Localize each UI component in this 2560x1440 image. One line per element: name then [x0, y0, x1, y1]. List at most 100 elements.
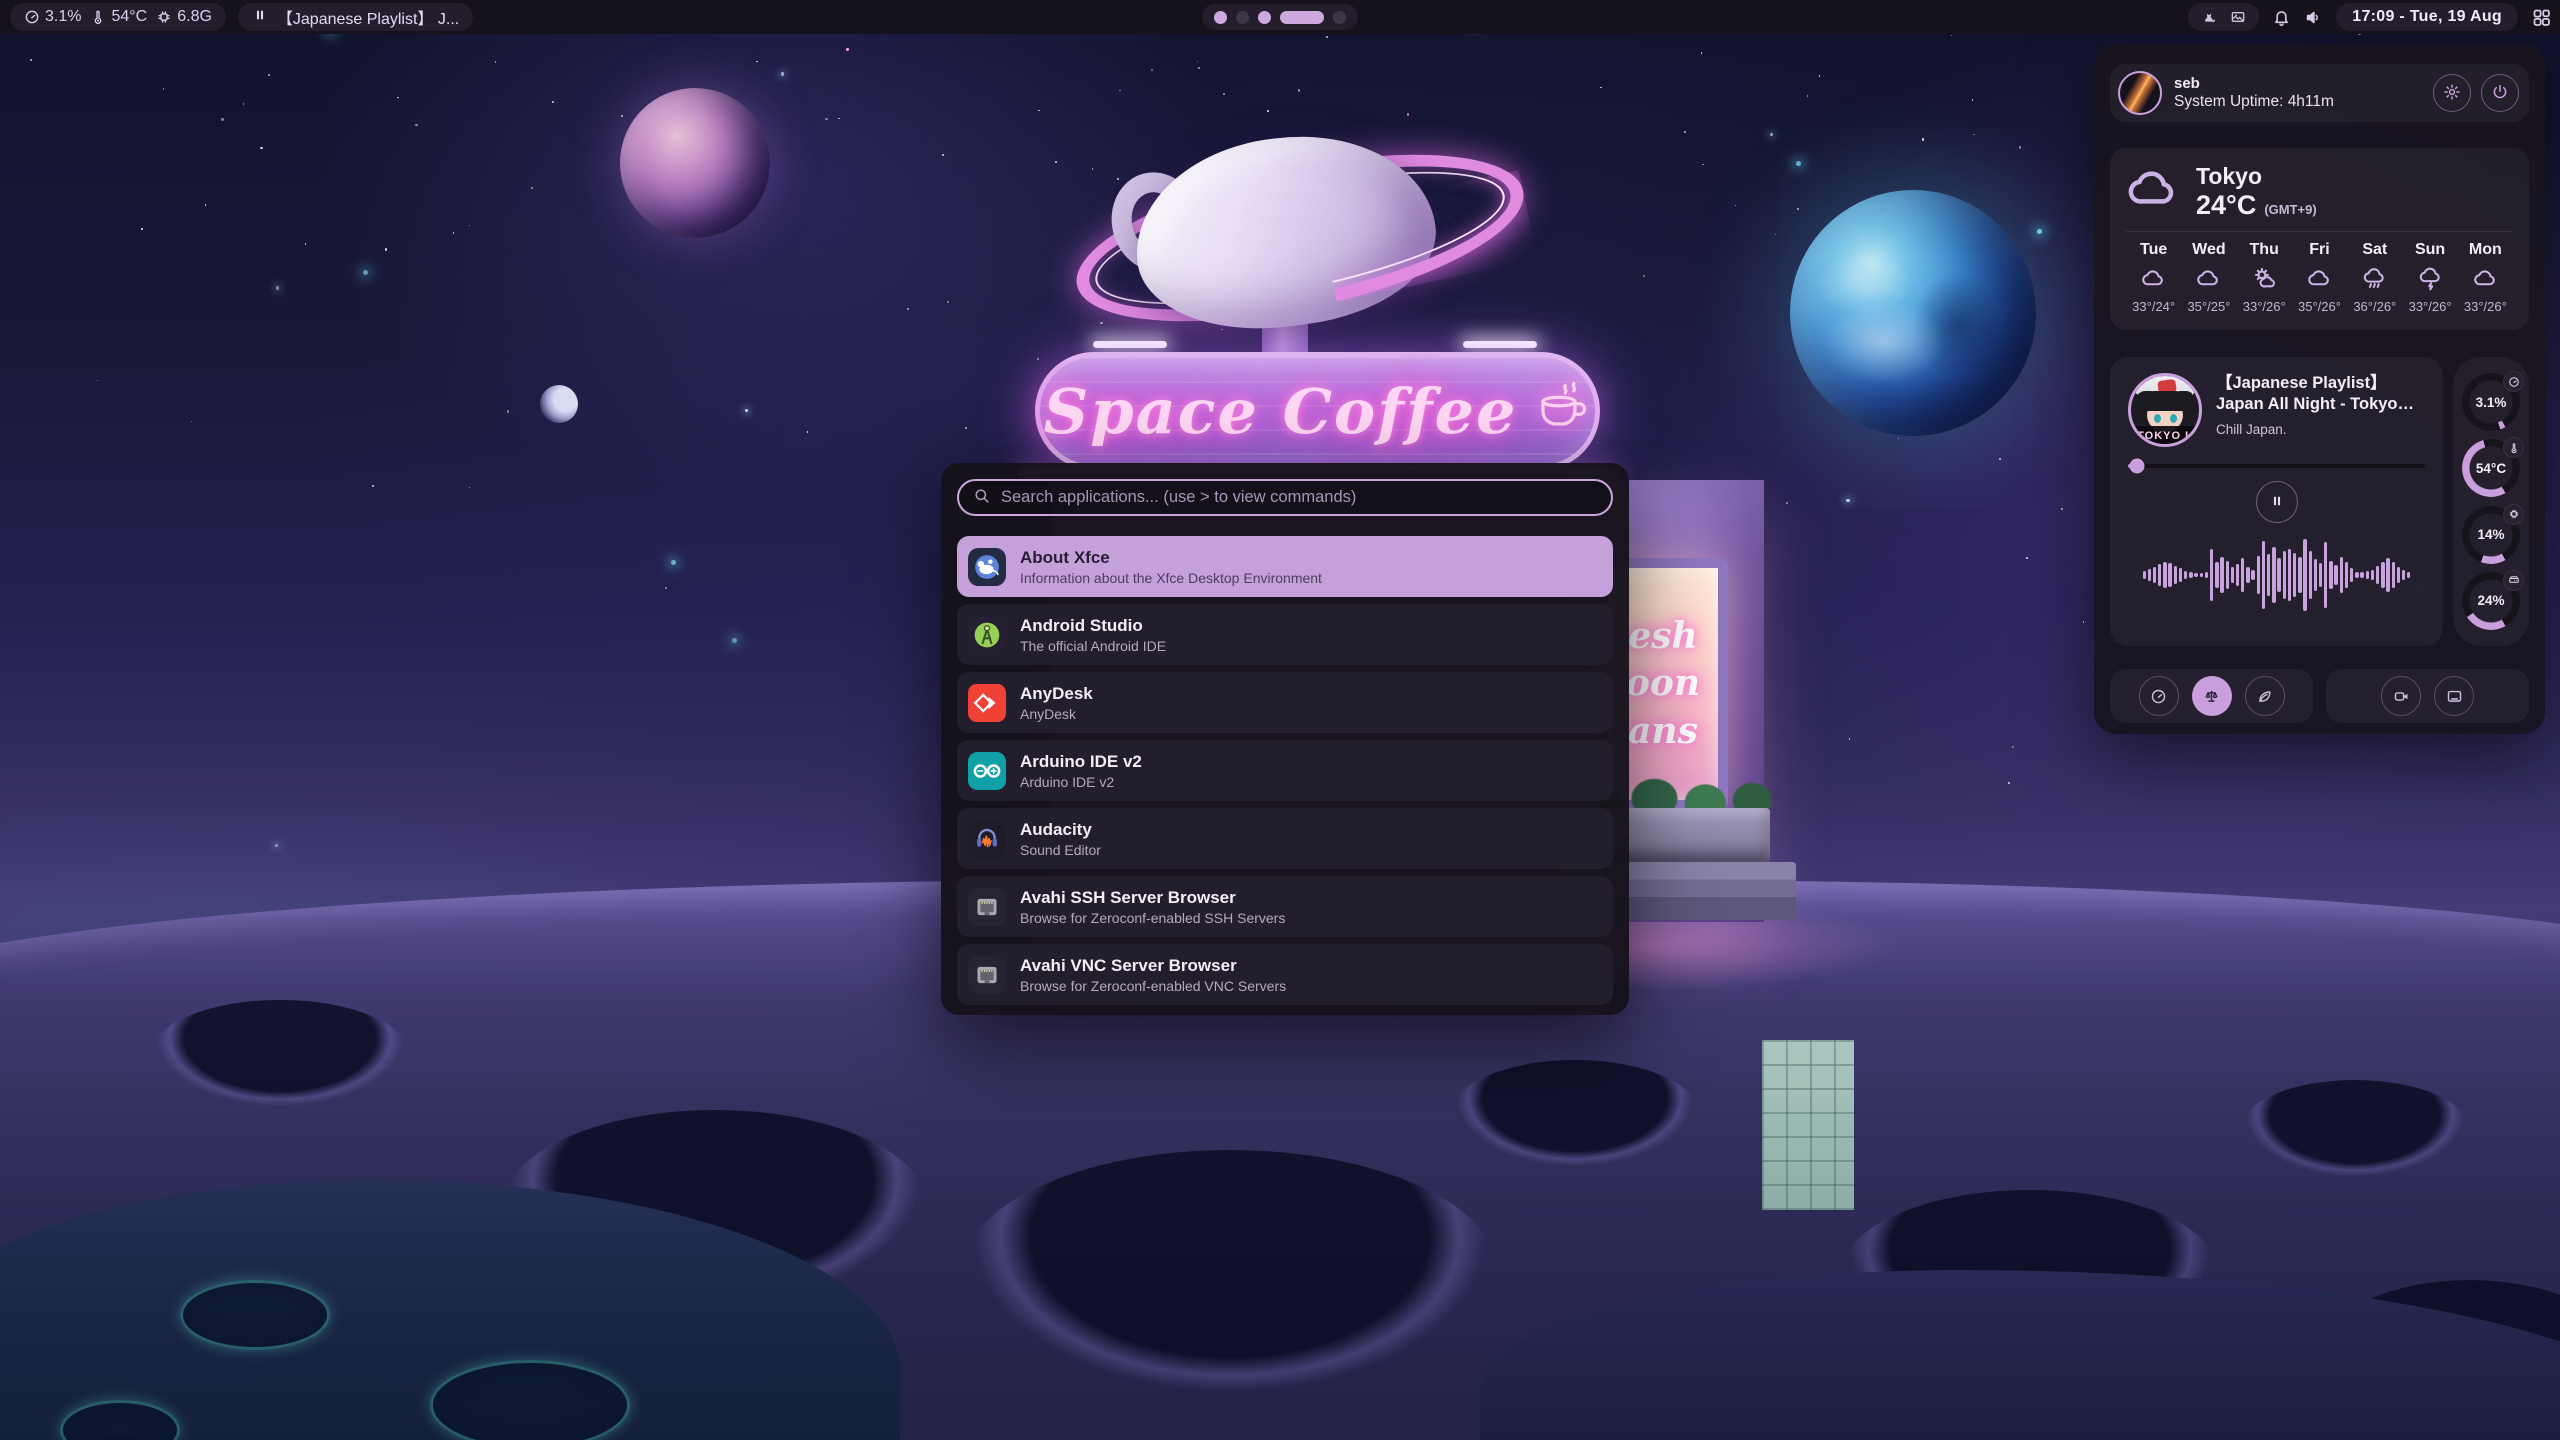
workspace-dot[interactable]: [1258, 11, 1271, 24]
speedometer-icon: [2503, 371, 2524, 392]
bell-icon[interactable]: [2272, 8, 2291, 27]
power-button[interactable]: [2481, 74, 2519, 112]
power-profile-button[interactable]: [2245, 676, 2285, 716]
search-box[interactable]: [957, 479, 1613, 516]
chip-icon: [156, 9, 172, 25]
forecast-temps: 33°/26°: [2458, 299, 2513, 314]
app-description: Sound Editor: [1020, 842, 1101, 858]
image-icon[interactable]: [2230, 9, 2246, 25]
neon-sign: Space Coffee: [1035, 352, 1600, 470]
visualizer-bar: [2324, 542, 2327, 608]
visualizer-bar: [2334, 565, 2337, 585]
workspace-dot[interactable]: [1236, 11, 1249, 24]
system-gauge: 24%: [2462, 572, 2520, 630]
system-gauge: 54°C: [2462, 439, 2520, 497]
visualizer-bar: [2210, 549, 2213, 601]
visualizer-bar: [2360, 572, 2363, 577]
search-input[interactable]: [1001, 488, 1597, 507]
visualizer-bar: [2168, 563, 2171, 587]
album-art: TOKYO L: [2128, 373, 2202, 447]
thermometer-icon: [2503, 437, 2524, 458]
visualizer-bar: [2189, 572, 2192, 578]
visualizer-bar: [2309, 551, 2312, 598]
workspace-indicator[interactable]: [1202, 4, 1358, 30]
visualizer-bar: [2298, 557, 2301, 594]
now-playing-pill[interactable]: 【Japanese Playlist】 J...: [238, 3, 473, 31]
visualizer-bar: [2376, 566, 2379, 584]
neon-cup-icon: [1528, 381, 1592, 442]
visualizer-bar: [2158, 564, 2161, 586]
visualizer-bar: [2194, 573, 2197, 577]
visualizer-bar: [2371, 570, 2374, 581]
workspace-dot[interactable]: [1214, 11, 1227, 24]
track-title: 【Japanese Playlist】 Japan All Night - To…: [2216, 373, 2425, 416]
app-list: About XfceInformation about the Xfce Des…: [957, 536, 1613, 1005]
app-title: Android Studio: [1020, 615, 1166, 636]
forecast-day: Sat36°/26°: [2347, 241, 2402, 314]
app-row[interactable]: Avahi VNC Server BrowserBrowse for Zeroc…: [957, 944, 1613, 1005]
speedometer-icon: [2150, 688, 2167, 705]
volume-icon[interactable]: [2304, 8, 2323, 27]
control-panel: seb System Uptime: 4h11m Tokyo 24°C (GMT…: [2094, 44, 2545, 734]
visualizer-bar: [2205, 572, 2208, 579]
cat-icon[interactable]: [2201, 9, 2217, 25]
workspace-dot[interactable]: [1280, 11, 1324, 24]
dashboard-grid-icon[interactable]: [2531, 7, 2552, 28]
tray-pill[interactable]: [2188, 3, 2259, 31]
forecast-day-label: Tue: [2126, 241, 2181, 259]
visualizer-bar: [2143, 571, 2146, 579]
visualizer-bar: [2153, 567, 2156, 584]
visualizer-bar: [2231, 567, 2234, 582]
visualizer-bar: [2246, 567, 2249, 584]
clock[interactable]: 17:09 - Tue, 19 Aug: [2336, 3, 2518, 31]
visualizer-bar: [2148, 569, 2151, 581]
workspace-dot[interactable]: [1333, 11, 1346, 24]
anydesk-icon: [968, 684, 1006, 722]
arduino-icon: [968, 752, 1006, 790]
system-stats-pill[interactable]: 3.1%54°C6.8G: [10, 3, 226, 31]
progress-bar[interactable]: [2128, 464, 2425, 468]
app-row[interactable]: About XfceInformation about the Xfce Des…: [957, 536, 1613, 597]
power-profile-button[interactable]: [2192, 676, 2232, 716]
network-icon: [968, 888, 1006, 926]
desktop: esh oon ans Space Coffee: [0, 0, 2560, 1440]
visualizer-bar: [2402, 570, 2405, 580]
app-description: AnyDesk: [1020, 706, 1093, 722]
pause-button[interactable]: [2256, 481, 2298, 523]
visualizer-bar: [2386, 558, 2389, 592]
visualizer-bar: [2293, 553, 2296, 597]
visualizer-bar: [2226, 561, 2229, 590]
app-row[interactable]: AudacitySound Editor: [957, 808, 1613, 869]
cloud-icon: [2126, 266, 2181, 292]
glowing-crater: [180, 1280, 330, 1350]
forecast-row: Tue33°/24°Wed35°/25°Thu33°/26°Fri35°/26°…: [2126, 241, 2513, 314]
now-playing-label: 【Japanese Playlist】 J...: [277, 5, 459, 29]
app-row[interactable]: AnyDeskAnyDesk: [957, 672, 1613, 733]
app-title: Avahi SSH Server Browser: [1020, 887, 1285, 908]
forecast-temps: 33°/24°: [2126, 299, 2181, 314]
capture-button[interactable]: [2381, 676, 2421, 716]
app-row[interactable]: Arduino IDE v2Arduino IDE v2: [957, 740, 1613, 801]
cloud-icon: [2181, 266, 2236, 292]
glowing-crater: [430, 1360, 630, 1440]
audacity-icon: [968, 820, 1006, 858]
forecast-day-label: Thu: [2237, 241, 2292, 259]
forecast-day-label: Fri: [2292, 241, 2347, 259]
app-row[interactable]: Avahi SSH Server BrowserBrowse for Zeroc…: [957, 876, 1613, 937]
settings-button[interactable]: [2433, 74, 2471, 112]
forecast-temps: 35°/26°: [2292, 299, 2347, 314]
forecast-day-label: Sun: [2402, 241, 2457, 259]
stat-item: 6.8G: [156, 8, 212, 26]
power-profile-button[interactable]: [2139, 676, 2179, 716]
user-card: seb System Uptime: 4h11m: [2110, 64, 2529, 122]
speedometer-icon: [24, 9, 40, 25]
capture-button[interactable]: [2434, 676, 2474, 716]
taskbar: 3.1%54°C6.8G 【Japanese Playlist】 J... 17…: [0, 0, 2560, 34]
progress-thumb[interactable]: [2129, 459, 2144, 474]
thermometer-icon: [90, 9, 106, 25]
app-row[interactable]: Android StudioThe official Android IDE: [957, 604, 1613, 665]
app-launcher: About XfceInformation about the Xfce Des…: [941, 463, 1629, 1015]
visualizer-bar: [2251, 570, 2254, 580]
app-description: Browse for Zeroconf-enabled VNC Servers: [1020, 978, 1286, 994]
forecast-day: Thu33°/26°: [2237, 241, 2292, 314]
